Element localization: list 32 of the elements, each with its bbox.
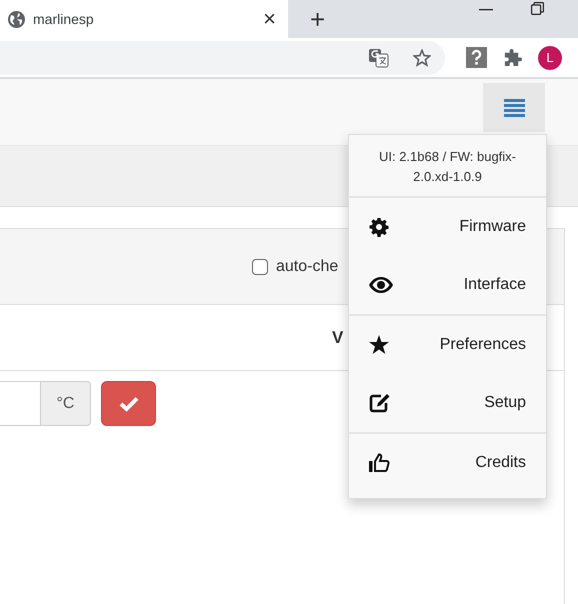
confirm-button[interactable]: [101, 381, 156, 426]
auto-check-checkbox[interactable]: [252, 258, 268, 274]
temperature-field[interactable]: [0, 381, 40, 426]
tab-title: marlinesp: [33, 10, 95, 29]
browser-tab[interactable]: marlinesp ×: [0, 0, 288, 38]
translate-icon[interactable]: [369, 48, 389, 68]
globe-icon: [8, 10, 25, 28]
extensions-icon[interactable]: [503, 48, 522, 67]
profile-avatar[interactable]: L: [538, 46, 562, 70]
help-icon[interactable]: [466, 47, 487, 68]
restore-icon[interactable]: [531, 2, 544, 14]
menu-item[interactable]: Credits: [349, 434, 546, 492]
menu-item[interactable]: Firmware: [349, 198, 546, 256]
edit-icon: [369, 393, 391, 413]
eye-icon: [369, 277, 393, 293]
check-icon: [118, 396, 138, 412]
close-tab-button[interactable]: ×: [261, 8, 278, 30]
version-text: UI: 2.1b68 / FW: bugfix-2.0.xd-1.0.9: [349, 135, 546, 198]
bookmark-star-icon[interactable]: [413, 48, 431, 66]
unit-label: °C: [40, 381, 91, 426]
menu-item[interactable]: Preferences: [349, 316, 546, 374]
menu-button[interactable]: [483, 83, 545, 132]
menu-item[interactable]: Interface: [349, 256, 546, 314]
menu-item[interactable]: Setup: [349, 374, 546, 432]
star-icon: [369, 335, 389, 355]
thumbs-up-icon: [369, 453, 391, 473]
column-heading: V: [332, 326, 344, 349]
checkbox-label: auto-che: [276, 256, 338, 276]
minimize-icon[interactable]: [479, 9, 493, 11]
gear-icon: [369, 217, 389, 237]
new-tab-button[interactable]: +: [304, 5, 332, 33]
menu-icon: [504, 98, 524, 116]
